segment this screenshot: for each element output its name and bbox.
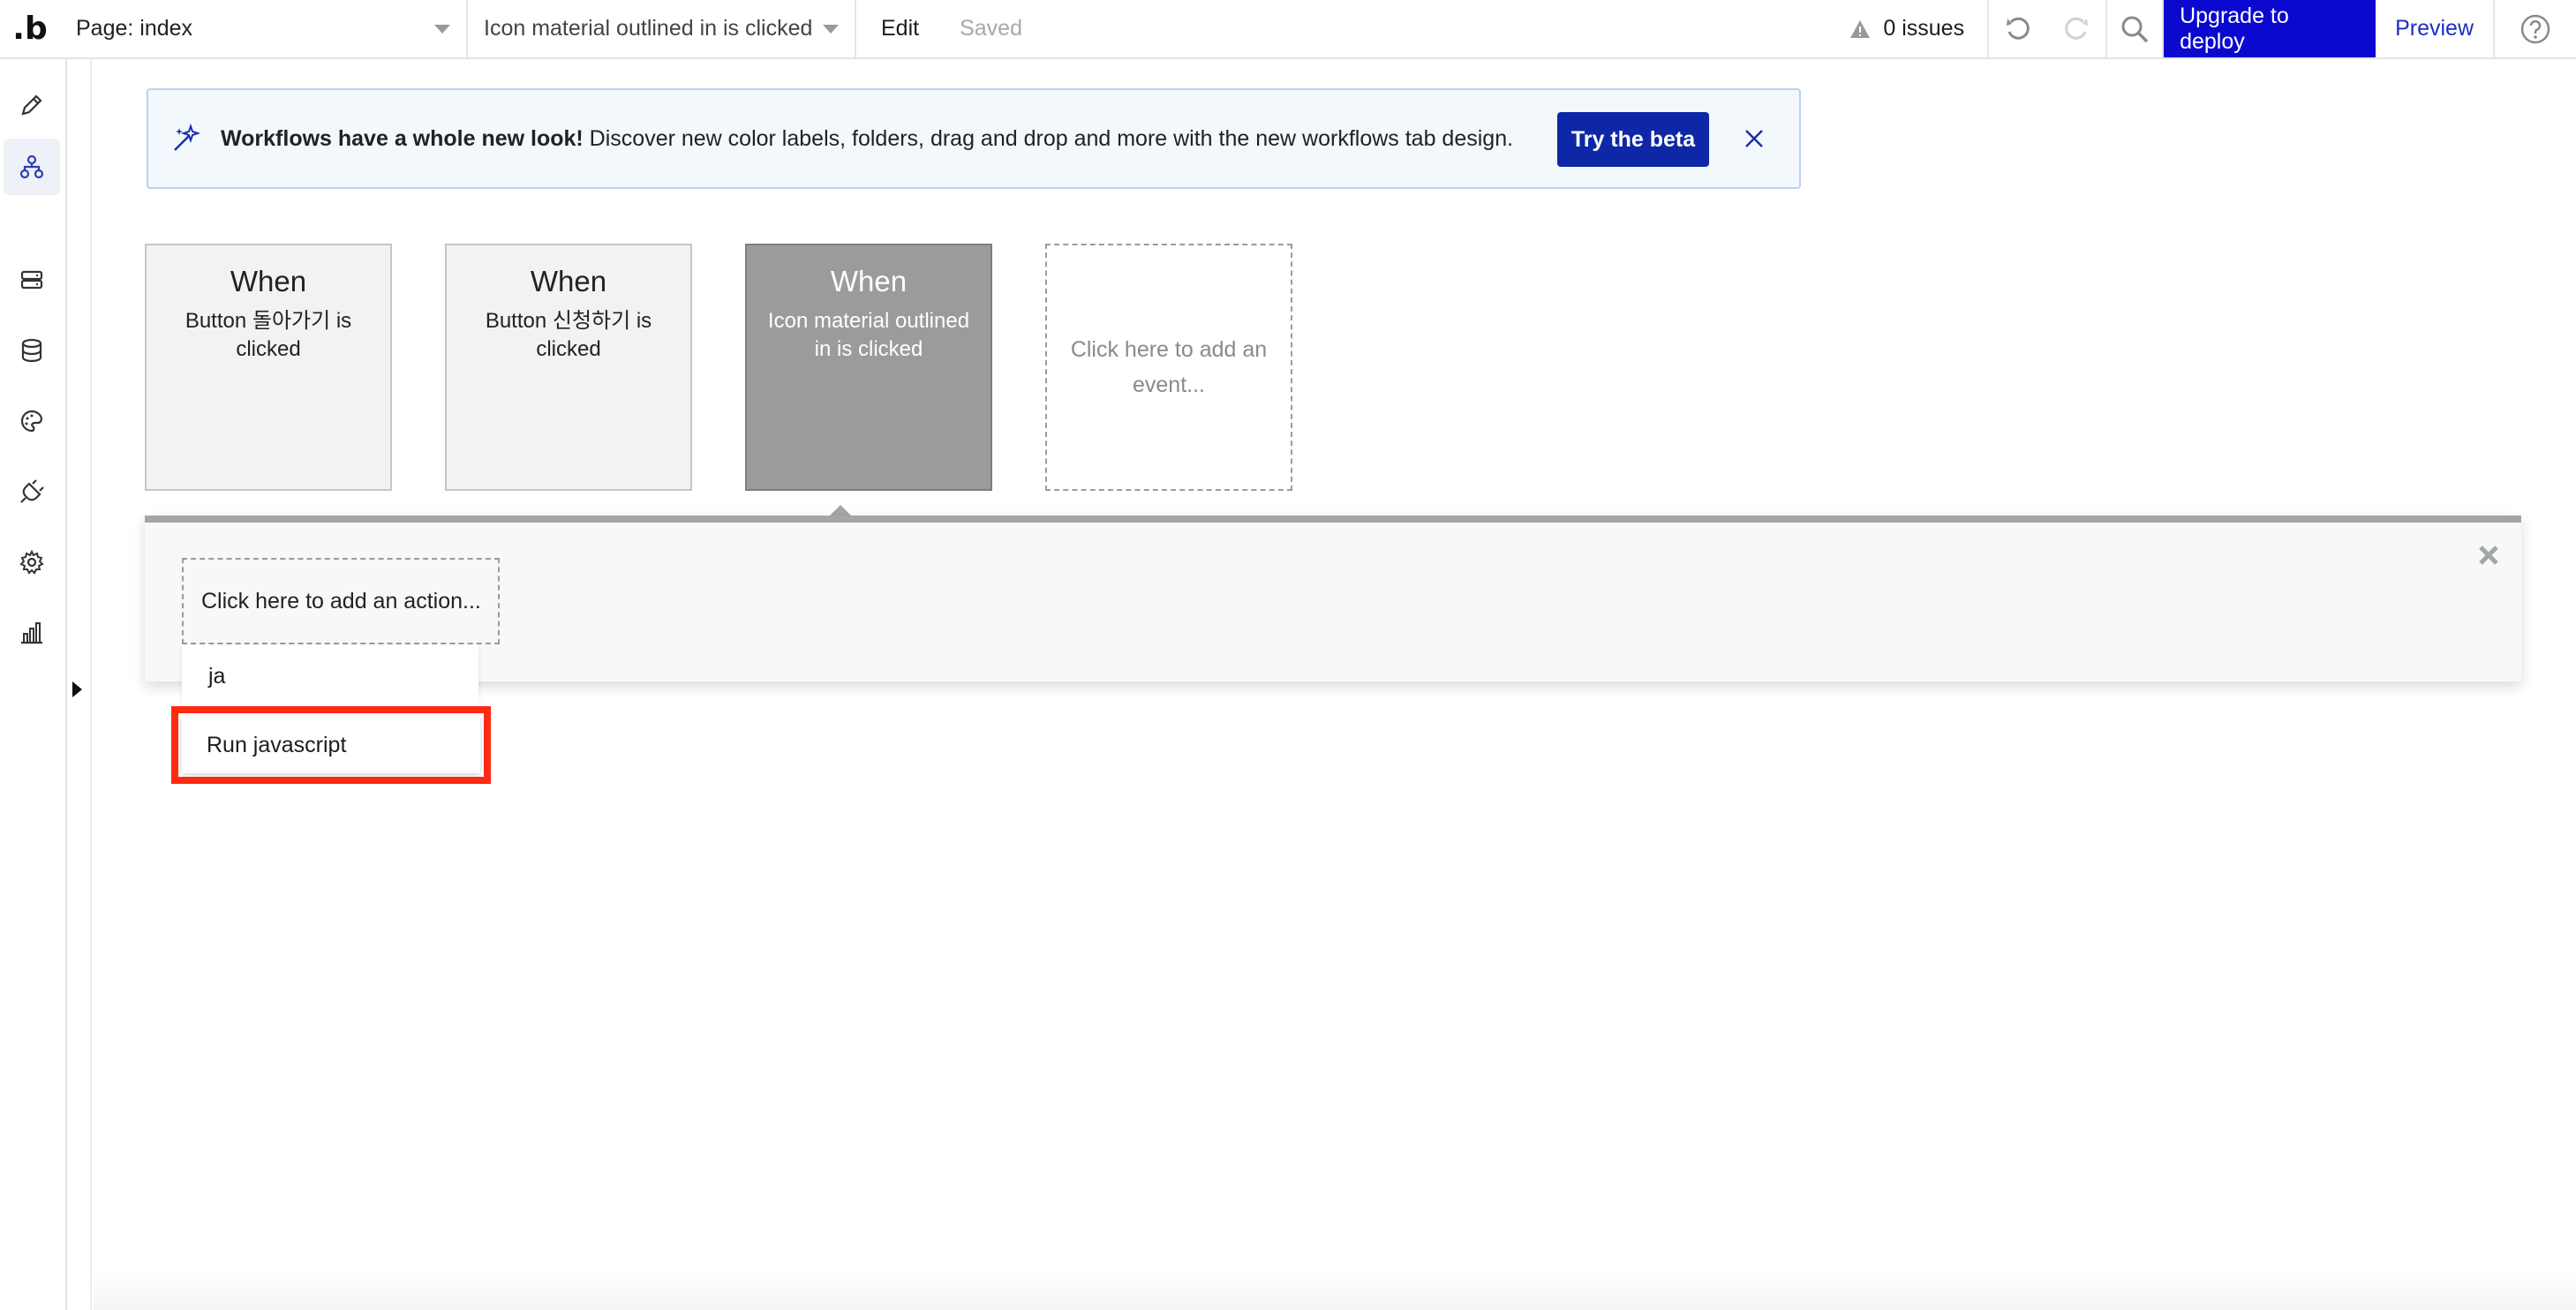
issues-button[interactable]: 0 issues bbox=[1827, 0, 1990, 57]
new-workflows-banner: Workflows have a whole new look! Discove… bbox=[147, 88, 1801, 189]
event-description: Button 돌아가기 is clicked bbox=[185, 309, 352, 361]
sidebar-item-settings[interactable] bbox=[4, 534, 60, 591]
try-the-beta-button[interactable]: Try the beta bbox=[1557, 112, 1709, 167]
sidebar-item-workflow[interactable] bbox=[4, 139, 60, 195]
expand-arrow-icon[interactable] bbox=[72, 681, 82, 697]
event-selector[interactable]: Icon material outlined in is clicked bbox=[468, 0, 856, 57]
logo-text: .b bbox=[12, 11, 48, 47]
event-when-label: When bbox=[530, 265, 607, 297]
add-event-label: Click here to add an event... bbox=[1070, 337, 1268, 397]
bar-chart-icon bbox=[21, 622, 42, 644]
sidebar-item-design[interactable] bbox=[4, 77, 60, 133]
event-card[interactable]: When Button 신청하기 is clicked bbox=[445, 244, 692, 491]
event-description: Icon material outlined in is clicked bbox=[767, 309, 970, 361]
help-button[interactable] bbox=[2495, 0, 2576, 57]
upgrade-to-deploy-button[interactable]: Upgrade to deploy bbox=[2164, 0, 2376, 57]
chevron-down-icon bbox=[823, 24, 839, 34]
sidebar-item-plugins[interactable] bbox=[4, 463, 60, 520]
palette-icon bbox=[20, 410, 43, 433]
search-icon bbox=[2121, 16, 2149, 42]
left-sidebar bbox=[0, 59, 67, 1310]
bubble-logo[interactable]: .b bbox=[0, 0, 60, 57]
close-icon[interactable] bbox=[1741, 125, 1767, 152]
close-icon[interactable] bbox=[2475, 542, 2502, 568]
preview-button[interactable]: Preview bbox=[2376, 0, 2495, 57]
banner-text: Workflows have a whole new look! Discove… bbox=[221, 126, 1513, 152]
chevron-down-icon bbox=[434, 24, 450, 34]
page-selector[interactable]: Page: index bbox=[60, 0, 468, 57]
banner-title: Workflows have a whole new look! bbox=[221, 125, 584, 151]
help-icon bbox=[2520, 14, 2550, 43]
banner-description: Discover new color labels, folders, drag… bbox=[583, 125, 1514, 151]
action-search-input[interactable]: ja bbox=[182, 644, 478, 708]
event-card-selected[interactable]: When Icon material outlined in is clicke… bbox=[745, 244, 992, 491]
bottom-shade bbox=[94, 1271, 2576, 1310]
plug-icon bbox=[20, 479, 44, 503]
top-bar: .b Page: index Icon material outlined in… bbox=[0, 0, 2576, 59]
sidebar-item-logs[interactable] bbox=[4, 605, 60, 661]
pencil-icon bbox=[21, 94, 42, 116]
warning-icon bbox=[1850, 19, 1871, 38]
issues-count: 0 issues bbox=[1883, 16, 1965, 41]
add-event-card[interactable]: Click here to add an event... bbox=[1045, 244, 1292, 491]
sidebar-item-database[interactable] bbox=[4, 322, 60, 379]
search-button[interactable] bbox=[2105, 0, 2165, 57]
sidebar-item-data[interactable] bbox=[4, 252, 60, 308]
redo-icon bbox=[2065, 17, 2089, 40]
run-javascript-option[interactable]: Run javascript bbox=[182, 717, 480, 773]
highlight-box: Run javascript bbox=[171, 706, 491, 784]
edit-menu[interactable]: Edit bbox=[881, 16, 919, 41]
database-icon bbox=[21, 338, 42, 363]
edit-status: Edit Saved bbox=[856, 0, 1047, 57]
event-description: Button 신청하기 is clicked bbox=[485, 309, 652, 361]
event-when-label: When bbox=[830, 265, 908, 297]
undo-icon bbox=[2007, 17, 2030, 40]
event-when-label: When bbox=[230, 265, 307, 297]
event-selector-label: Icon material outlined in is clicked bbox=[484, 16, 813, 41]
server-icon bbox=[20, 270, 43, 290]
page-selector-label: Page: index bbox=[76, 16, 193, 41]
add-action-button[interactable]: Click here to add an action... bbox=[182, 558, 500, 644]
gear-icon bbox=[19, 549, 44, 575]
sidebar-item-styles[interactable] bbox=[4, 393, 60, 449]
event-card[interactable]: When Button 돌아가기 is clicked bbox=[145, 244, 392, 491]
undo-button[interactable] bbox=[1989, 0, 2047, 57]
saved-status: Saved bbox=[960, 16, 1022, 41]
redo-button[interactable] bbox=[2047, 0, 2105, 57]
sparkle-wand-icon bbox=[174, 124, 201, 151]
workflow-icon bbox=[19, 154, 44, 179]
action-panel: Click here to add an action... bbox=[145, 516, 2521, 681]
